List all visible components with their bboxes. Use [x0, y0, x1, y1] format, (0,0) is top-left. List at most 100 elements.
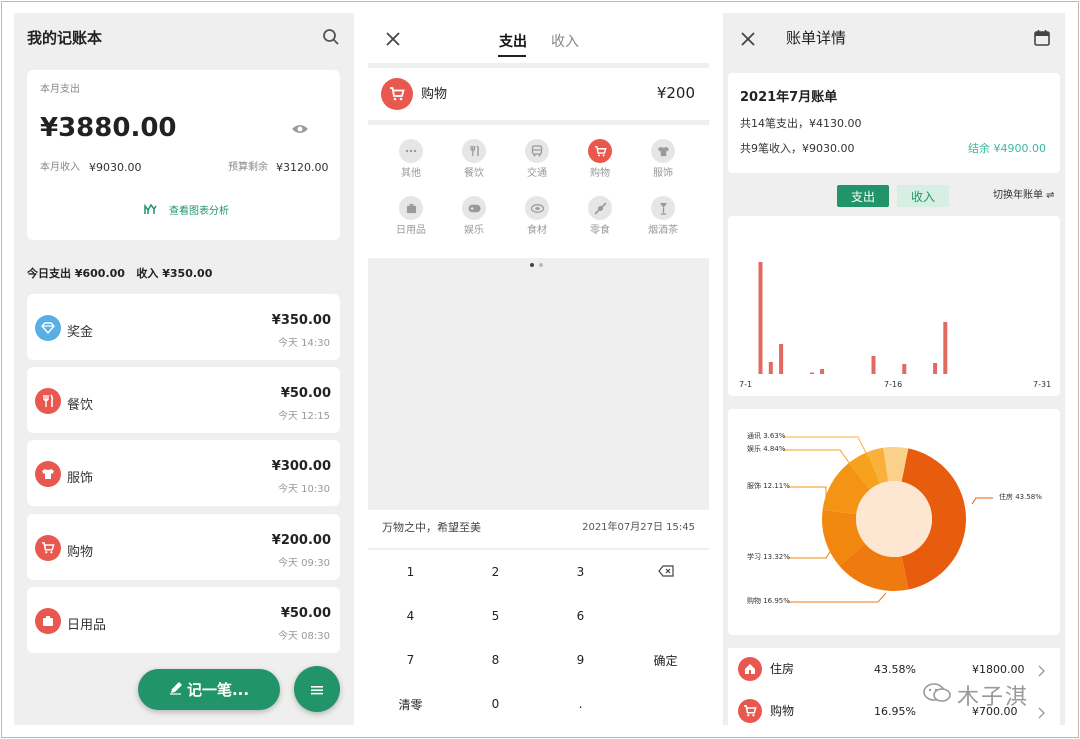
row-percent: 16.95% [874, 705, 916, 718]
menu-button[interactable] [294, 666, 340, 712]
chart-icon [144, 200, 157, 219]
bar-chart-svg [758, 262, 948, 374]
label-xuexi: 学习 13.32% [747, 553, 790, 561]
digit-key-2[interactable]: 2 [453, 550, 538, 594]
category-bus[interactable]: 交通 [512, 139, 562, 179]
transaction-row[interactable]: 奖金 ¥350.00 今天 14:30 [27, 294, 340, 360]
label-leader-4 [788, 548, 833, 559]
menu-icon [311, 680, 323, 699]
clothing-icon [35, 461, 61, 487]
category-more[interactable]: 其他 [386, 139, 436, 179]
transaction-time: 今天 08:30 [278, 631, 330, 642]
cart-icon [35, 535, 61, 561]
tab-income[interactable]: 收入 [551, 31, 579, 51]
add-record-screen: 支出 收入 购物 ¥200 其他 餐饮交通 购物 服饰日用品 娱乐 食材 零食 烟酒茶 万物之… [368, 13, 709, 725]
digit-key-3[interactable]: 3 [538, 550, 623, 594]
switch-year-bill[interactable]: 切换年账单 ⇌ [993, 191, 1055, 201]
x-tick-start: 7-1 [739, 380, 753, 389]
transaction-row[interactable]: 购物 ¥200.00 今天 09:30 [27, 514, 340, 580]
category-grid: 其他 餐饮 交通 购物 服饰日用品 娱乐 食材 零食 烟酒茶 [368, 125, 709, 267]
clear-key[interactable]: 清零 [368, 682, 453, 725]
date-time[interactable]: 2021年07月27日 15:45 [582, 523, 695, 533]
category-clothing[interactable]: 服饰 [638, 139, 688, 179]
category-label: 购物 [590, 168, 610, 179]
home-screen: 我的记账本 本月支出 ¥3880.00 本月收入 ¥9030.00 预算剩余 ¥… [14, 13, 354, 725]
label-zhufang: 住房 43.58% [999, 493, 1042, 501]
transaction-row[interactable]: 服饰 ¥300.00 今天 10:30 [27, 440, 340, 506]
glass-icon [651, 196, 675, 220]
decimal-key[interactable]: . [538, 682, 623, 725]
category-food[interactable]: 食材 [512, 196, 562, 236]
bar-8 [809, 372, 814, 374]
category-candy[interactable]: 零食 [575, 196, 625, 236]
page-title: 我的记账本 [27, 29, 103, 47]
daily-bar-chart [728, 216, 1060, 396]
digit-key-0[interactable]: 0 [453, 682, 538, 725]
digit-key-9[interactable]: 9 [538, 638, 623, 682]
bill-detail-screen: 账单详情 2021年7月账单 共14笔支出，¥4130.00 共9笔收入，¥90… [723, 13, 1065, 725]
category-game[interactable]: 娱乐 [449, 196, 499, 236]
digit-key-8[interactable]: 8 [453, 638, 538, 682]
search-icon[interactable] [322, 28, 340, 50]
toggle-expense[interactable]: 支出 [837, 185, 889, 207]
digit-key-4[interactable]: 4 [368, 594, 453, 638]
digit-key-5[interactable]: 5 [453, 594, 538, 638]
balance: 结余 ¥4900.00 [968, 142, 1046, 155]
category-glass[interactable]: 烟酒茶 [638, 196, 688, 236]
row-name: 购物 [770, 704, 795, 718]
transaction-amount: ¥50.00 [280, 386, 331, 401]
category-cart[interactable]: 购物 [575, 139, 625, 179]
close-icon[interactable] [741, 31, 755, 50]
calendar-icon[interactable] [1034, 29, 1050, 50]
blank-key [623, 682, 708, 725]
label-leader-3 [971, 497, 993, 505]
backspace-icon [657, 564, 674, 580]
tab-expense[interactable]: 支出 [499, 31, 527, 51]
cart-icon [738, 699, 762, 723]
digit-key-7[interactable]: 7 [368, 638, 453, 682]
bar-4 [768, 362, 773, 374]
add-record-button[interactable]: 记一笔... [138, 669, 280, 710]
toggle-income[interactable]: 收入 [897, 185, 949, 207]
category-label: 交通 [527, 168, 547, 179]
chevron-right-icon [1038, 662, 1045, 681]
confirm-key[interactable]: 确定 [623, 638, 708, 682]
transaction-time: 今天 12:15 [278, 411, 330, 422]
keypad: 1 2 3 4 5 6 7 8 9 确定清零 0. [368, 550, 709, 725]
transaction-amount: ¥50.00 [280, 606, 331, 621]
category-label: 服饰 [653, 168, 673, 179]
monthly-expense-label: 本月支出 [40, 84, 80, 95]
page-dot [539, 263, 543, 267]
backspace-key[interactable] [623, 550, 708, 594]
monthly-expense-amount: ¥3880.00 [40, 113, 177, 143]
note-input[interactable]: 万物之中，希望至美 [382, 522, 481, 533]
amount-display: ¥200 [656, 84, 695, 102]
row-name: 住房 [770, 662, 795, 676]
category-label: 日用品 [396, 225, 426, 236]
watermark-text: 木子淇 [957, 685, 1030, 710]
eye-icon[interactable] [291, 120, 309, 139]
chart-analysis-link[interactable]: 查看图表分析 [144, 200, 229, 219]
row-percent: 43.58% [874, 663, 916, 676]
category-daily-goods[interactable]: 日用品 [386, 196, 436, 236]
label-leader-1 [783, 449, 851, 465]
transaction-row[interactable]: 餐饮 ¥50.00 今天 12:15 [27, 367, 340, 433]
x-tick-mid: 7-16 [884, 380, 903, 389]
bus-icon [525, 139, 549, 163]
home-header: 我的记账本 [14, 13, 354, 63]
close-icon[interactable] [386, 31, 400, 50]
page-title: 账单详情 [786, 29, 847, 47]
digit-key-1[interactable]: 1 [368, 550, 453, 594]
add-record-label: 记一笔... [186, 681, 250, 699]
category-label: 其他 [401, 168, 421, 179]
label-fushi: 服饰 12.11% [747, 482, 790, 490]
more-icon [399, 139, 423, 163]
category-dining[interactable]: 餐饮 [449, 139, 499, 179]
digit-key-6[interactable]: 6 [538, 594, 623, 638]
dining-icon [462, 139, 486, 163]
record-header: 支出 收入 [368, 13, 709, 63]
transaction-row[interactable]: 日用品 ¥50.00 今天 08:30 [27, 587, 340, 653]
watermark: 木子淇 [923, 679, 1029, 711]
bonus-icon [35, 315, 61, 341]
chevron-right-icon [1038, 704, 1045, 723]
